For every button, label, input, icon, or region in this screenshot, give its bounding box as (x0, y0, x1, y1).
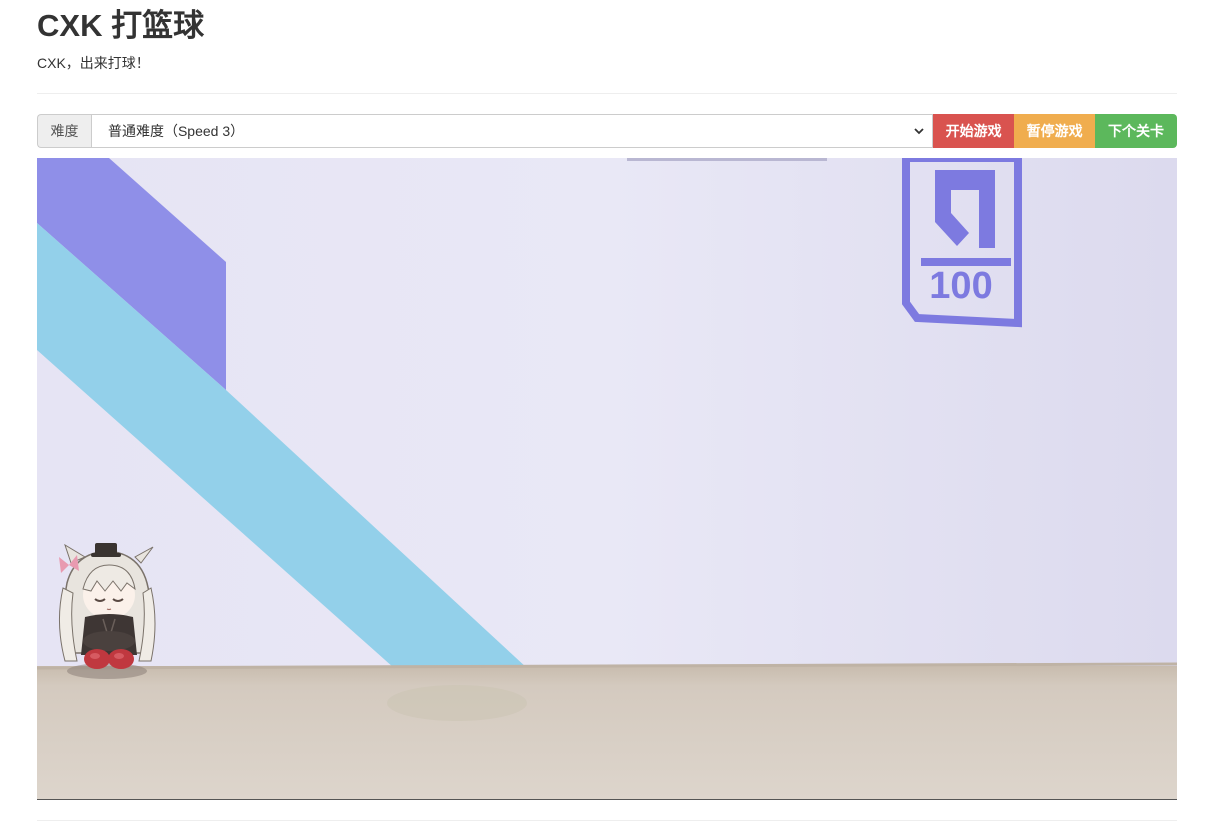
wall-sign-number: 100 (929, 265, 992, 307)
court-floor (37, 666, 1177, 799)
game-controls: 难度 普通难度（Speed 3） 开始游戏 暂停游戏 下个关卡 (37, 114, 1177, 148)
page-title: CXK 打篮球 (37, 8, 205, 43)
pause-game-button[interactable]: 暂停游戏 (1014, 114, 1096, 148)
difficulty-selected-value: 普通难度（Speed 3） (107, 123, 245, 139)
game-scene: 100 (37, 158, 1177, 799)
next-level-button[interactable]: 下个关卡 (1095, 114, 1177, 148)
footer-divider (37, 820, 1177, 821)
page-subtitle: CXK，出来打球！ (37, 55, 150, 71)
wall-top-strip (627, 158, 827, 161)
difficulty-label: 难度 (37, 114, 91, 148)
header-divider (37, 93, 1177, 94)
game-canvas[interactable]: 100 (37, 158, 1177, 800)
chevron-down-icon (914, 128, 924, 135)
difficulty-select[interactable]: 普通难度（Speed 3） (90, 114, 934, 148)
start-game-button[interactable]: 开始游戏 (933, 114, 1015, 148)
